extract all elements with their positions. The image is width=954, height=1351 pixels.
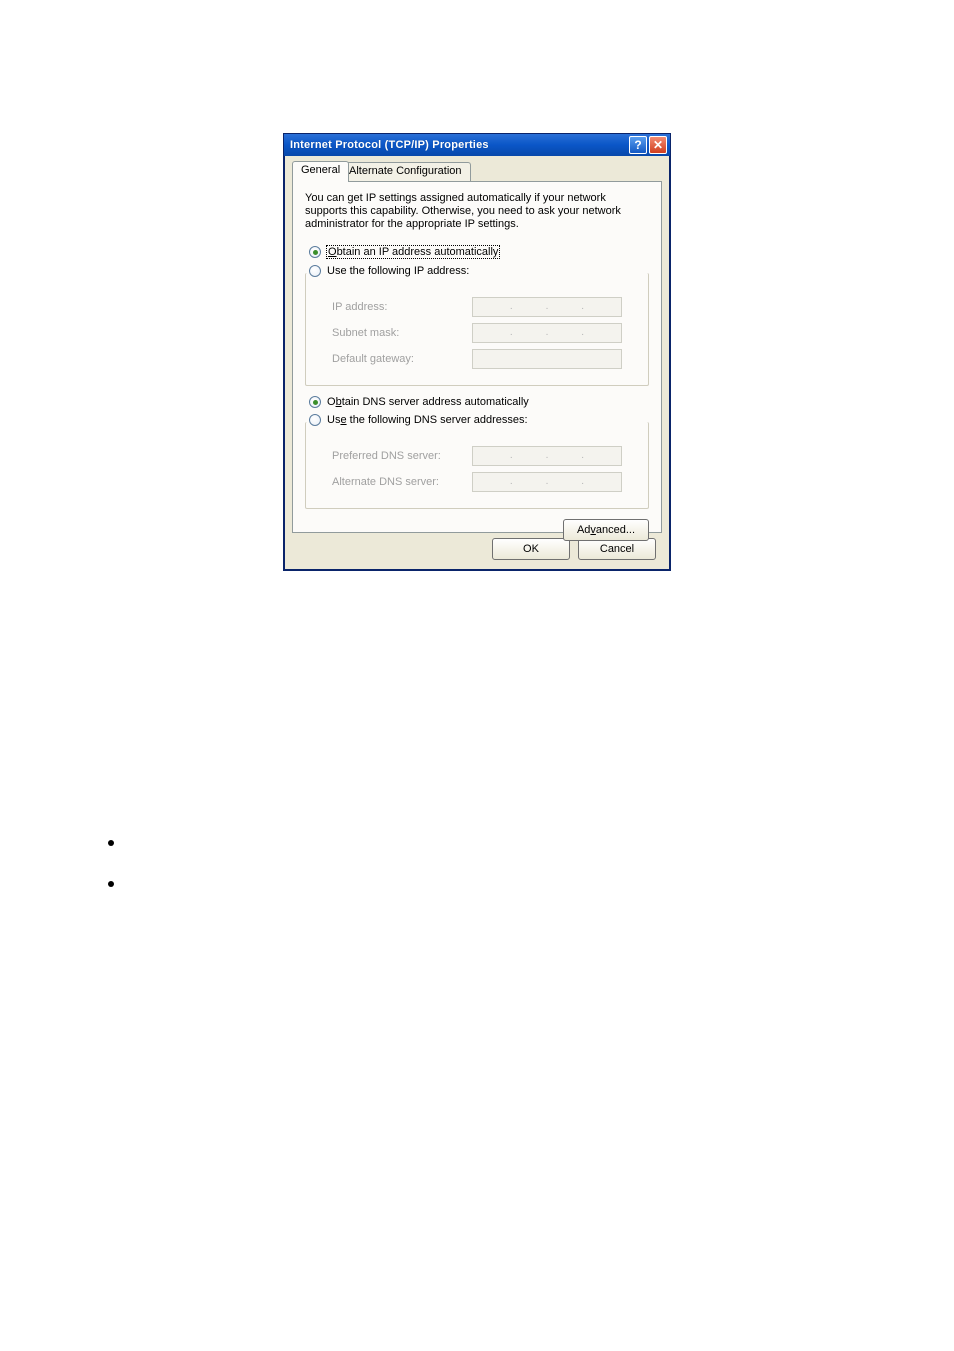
tabpanel-general: You can get IP settings assigned automat… [292,181,662,533]
close-icon: ✕ [653,138,663,152]
tabstrip: General Alternate Configuration [292,162,662,182]
tab-alternate-configuration[interactable]: Alternate Configuration [340,162,471,181]
titlebar[interactable]: Internet Protocol (TCP/IP) Properties ? … [284,134,670,156]
radio-obtain-dns-auto-label: Obtain DNS server address automatically [327,396,529,408]
ip-address-label: IP address: [332,301,472,313]
bullet-2 [108,881,114,887]
radio-icon [309,246,321,258]
ok-button-label: OK [523,543,539,555]
default-gateway-input: ... [472,349,622,369]
default-gateway-label: Default gateway: [332,353,472,365]
advanced-button-label: Advanced... [577,524,635,536]
close-button[interactable]: ✕ [649,136,667,154]
dns-fields-group: Preferred DNS server: ... Alternate DNS … [305,422,649,509]
cancel-button-label: Cancel [600,543,634,555]
tab-general-label: General [301,164,340,176]
tcpip-properties-dialog: Internet Protocol (TCP/IP) Properties ? … [283,133,671,571]
radio-icon [309,396,321,408]
radio-obtain-dns-auto[interactable]: Obtain DNS server address automatically [309,396,649,408]
ok-button[interactable]: OK [492,538,570,560]
help-icon: ? [634,138,641,152]
preferred-dns-label: Preferred DNS server: [332,450,472,462]
cancel-button[interactable]: Cancel [578,538,656,560]
window-title: Internet Protocol (TCP/IP) Properties [290,139,489,151]
help-button[interactable]: ? [629,136,647,154]
radio-obtain-ip-auto[interactable]: Obtain an IP address automatically [309,245,649,259]
preferred-dns-input: ... [472,446,622,466]
tab-alternate-label: Alternate Configuration [349,165,462,177]
alternate-dns-input: ... [472,472,622,492]
alternate-dns-label: Alternate DNS server: [332,476,472,488]
subnet-mask-input: ... [472,323,622,343]
subnet-mask-label: Subnet mask: [332,327,472,339]
ip-address-input: ... [472,297,622,317]
bullet-1 [108,840,114,846]
tab-general[interactable]: General [292,161,349,182]
radio-obtain-ip-auto-label: Obtain an IP address automatically [326,245,500,259]
advanced-button[interactable]: Advanced... [563,519,649,541]
ip-fields-group: IP address: ... Subnet mask: ... Default… [305,273,649,386]
description-text: You can get IP settings assigned automat… [305,192,649,231]
